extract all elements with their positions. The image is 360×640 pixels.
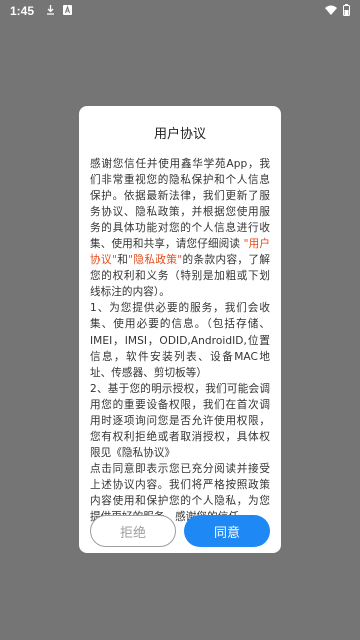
status-bar: 1:45	[0, 0, 360, 22]
agree-button[interactable]: 同意	[184, 515, 270, 547]
collection-paragraph: 1、为您提供必要的服务，我们会收集、使用必要的信息。（包括存储、IMEI，IMS…	[90, 302, 270, 379]
privacy-policy-link[interactable]: "隐私政策"	[128, 254, 182, 266]
dialog-body: 感谢您信任并使用鑫华学苑App，我们非常重视您的隐私保护和个人信息保护。依据最新…	[90, 156, 270, 525]
status-left-icons	[46, 4, 73, 18]
refuse-button[interactable]: 拒绝	[90, 515, 176, 547]
user-agreement-dialog: 用户协议 感谢您信任并使用鑫华学苑App，我们非常重视您的隐私保护和个人信息保护…	[79, 106, 281, 553]
text-a-icon	[63, 4, 73, 18]
status-right-icons	[325, 3, 350, 19]
battery-icon	[343, 3, 350, 19]
status-time: 1:45	[10, 4, 35, 18]
permission-paragraph: 2、基于您的明示授权，我们可能会调用您的重要设备权限，我们在首次调用时逐项询问您…	[90, 382, 270, 459]
intro-and-text: 和	[116, 254, 129, 267]
intro-paragraph: 感谢您信任并使用鑫华学苑App，我们非常重视您的隐私保护和个人信息保护。依据最新…	[90, 156, 270, 300]
dialog-title: 用户协议	[153, 127, 206, 142]
wifi-icon	[325, 4, 337, 18]
download-icon	[46, 4, 55, 18]
intro-text: 感谢您信任并使用鑫华学苑App，我们非常重视您的隐私保护和个人信息保护。依据最新…	[90, 158, 270, 251]
dialog-buttons: 拒绝 同意	[90, 515, 270, 547]
